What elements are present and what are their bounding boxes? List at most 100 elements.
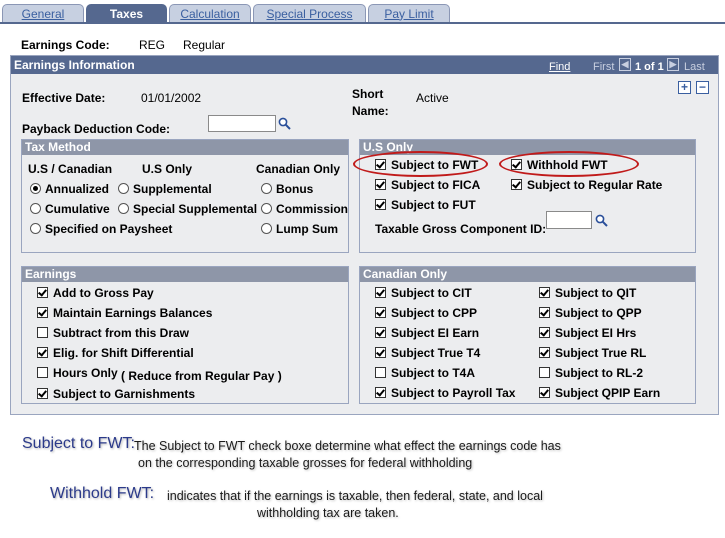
- canadian-only-title: Canadian Only: [360, 267, 695, 282]
- specified-on-paysheet-radio[interactable]: [30, 223, 41, 234]
- previous-icon[interactable]: ◀: [619, 58, 631, 71]
- tax-method-col-canadian-only: Canadian Only: [256, 162, 341, 176]
- subject-to-cit-label: Subject to CIT: [391, 286, 472, 300]
- taxable-gross-label: Taxable Gross Component ID:: [375, 222, 547, 236]
- commission-radio[interactable]: [261, 203, 272, 214]
- add-to-gross-pay-label: Add to Gross Pay: [53, 286, 154, 300]
- tab-taxes[interactable]: Taxes: [86, 4, 167, 22]
- subject-to-cpp-label: Subject to CPP: [391, 306, 478, 320]
- subject-to-t4a-checkbox[interactable]: [375, 367, 386, 378]
- group-title: Earnings Information: [14, 58, 135, 72]
- bonus-radio[interactable]: [261, 183, 272, 194]
- payback-deduction-label: Payback Deduction Code:: [22, 122, 171, 136]
- lump-sum-radio[interactable]: [261, 223, 272, 234]
- subject-true-rl-checkbox[interactable]: [539, 347, 550, 358]
- note-withhold-fwt-line1: indicates that if the earnings is taxabl…: [167, 489, 543, 503]
- special-supplemental-label: Special Supplemental: [133, 202, 258, 216]
- tax-method-col-us-canadian: U.S / Canadian: [28, 162, 113, 176]
- subject-true-rl-label: Subject True RL: [555, 346, 647, 360]
- maintain-earnings-balances-label: Maintain Earnings Balances: [53, 306, 213, 320]
- payback-deduction-input[interactable]: [208, 115, 276, 132]
- cumulative-radio[interactable]: [30, 203, 41, 214]
- cumulative-label: Cumulative: [45, 202, 110, 216]
- search-icon[interactable]: [278, 117, 291, 130]
- subject-to-fut-label: Subject to FUT: [391, 198, 476, 212]
- subject-true-t4-label: Subject True T4: [391, 346, 481, 360]
- tax-method-title: Tax Method: [22, 140, 348, 155]
- hours-only-label: Hours Only: [53, 366, 118, 380]
- subject-to-regular-rate-checkbox[interactable]: [511, 179, 522, 190]
- specified-on-paysheet-label: Specified on Paysheet: [45, 222, 173, 236]
- tab-bar: General Taxes Calculation Special Proces…: [0, 0, 725, 24]
- earnings-code-label: Earnings Code:: [21, 38, 110, 52]
- delete-row-icon[interactable]: −: [696, 81, 709, 94]
- earnings-information-group: Earnings Information Find First ◀ 1 of 1…: [10, 55, 719, 415]
- subject-ei-earn-label: Subject EI Earn: [391, 326, 480, 340]
- maintain-earnings-balances-checkbox[interactable]: [37, 307, 48, 318]
- next-icon[interactable]: ▶: [667, 58, 679, 71]
- note-subject-fwt-line1: The Subject to FWT check boxe determine …: [134, 439, 561, 453]
- subject-to-fwt-highlight: [353, 151, 488, 177]
- elig-shift-differential-checkbox[interactable]: [37, 347, 48, 358]
- hours-only-checkbox[interactable]: [37, 367, 48, 378]
- subject-to-regular-rate-label: Subject to Regular Rate: [527, 178, 663, 192]
- subject-to-rl2-checkbox[interactable]: [539, 367, 550, 378]
- subject-ei-earn-checkbox[interactable]: [375, 327, 386, 338]
- tab-special-process[interactable]: Special Process: [253, 4, 366, 22]
- subject-qpip-earn-checkbox[interactable]: [539, 387, 550, 398]
- subject-to-payroll-tax-label: Subject to Payroll Tax: [391, 386, 516, 400]
- subject-to-fica-checkbox[interactable]: [375, 179, 386, 190]
- subject-to-qit-checkbox[interactable]: [539, 287, 550, 298]
- tab-pay-limit[interactable]: Pay Limit: [368, 4, 450, 22]
- note-subject-fwt-heading: Subject to FWT:: [22, 435, 135, 452]
- subject-to-garnishments-checkbox[interactable]: [37, 388, 48, 399]
- tax-method-col-us-only: U.S Only: [142, 162, 193, 176]
- supplemental-label: Supplemental: [133, 182, 212, 196]
- annualized-label: Annualized: [45, 182, 110, 196]
- subject-to-cit-checkbox[interactable]: [375, 287, 386, 298]
- subtract-from-draw-label: Subtract from this Draw: [53, 326, 190, 340]
- short-name-value: Active: [416, 91, 449, 105]
- reduce-from-regular-pay-note: ( Reduce from Regular Pay ): [121, 369, 282, 383]
- effective-date-label: Effective Date:: [22, 91, 106, 105]
- subject-qpip-earn-label: Subject QPIP Earn: [555, 386, 661, 400]
- earnings-code-value: REG: [139, 38, 166, 52]
- commission-label: Commission: [276, 202, 349, 216]
- lump-sum-label: Lump Sum: [276, 222, 338, 236]
- subject-true-t4-checkbox[interactable]: [375, 347, 386, 358]
- supplemental-radio[interactable]: [118, 183, 129, 194]
- short-name-label-line1: Short: [352, 87, 384, 101]
- first-label[interactable]: First: [593, 61, 614, 73]
- note-withhold-fwt-line2: withholding tax are taken.: [257, 506, 399, 520]
- taxable-gross-input[interactable]: [546, 211, 592, 229]
- tab-general[interactable]: General: [2, 4, 84, 22]
- earnings-code-description: Regular: [183, 38, 226, 52]
- subject-to-fica-label: Subject to FICA: [391, 178, 481, 192]
- annualized-radio[interactable]: [30, 183, 41, 194]
- subject-to-rl2-label: Subject to RL-2: [555, 366, 644, 380]
- bonus-label: Bonus: [276, 182, 314, 196]
- add-to-gross-pay-checkbox[interactable]: [37, 287, 48, 298]
- add-row-icon[interactable]: +: [678, 81, 691, 94]
- subject-to-qpp-label: Subject to QPP: [555, 306, 642, 320]
- subject-to-t4a-label: Subject to T4A: [391, 366, 476, 380]
- search-icon[interactable]: [595, 214, 608, 227]
- subject-to-payroll-tax-checkbox[interactable]: [375, 387, 386, 398]
- subject-to-fut-checkbox[interactable]: [375, 199, 386, 210]
- effective-date-value: 01/01/2002: [141, 91, 202, 105]
- subject-to-garnishments-label: Subject to Garnishments: [53, 387, 196, 401]
- short-name-label-line2: Name:: [352, 104, 389, 118]
- subject-ei-hrs-label: Subject EI Hrs: [555, 326, 637, 340]
- tab-calculation[interactable]: Calculation: [169, 4, 251, 22]
- subject-to-qpp-checkbox[interactable]: [539, 307, 550, 318]
- subject-ei-hrs-checkbox[interactable]: [539, 327, 550, 338]
- page-counter: 1 of 1: [635, 61, 664, 73]
- subject-to-cpp-checkbox[interactable]: [375, 307, 386, 318]
- last-label[interactable]: Last: [684, 61, 705, 73]
- note-withhold-fwt-heading: Withhold FWT:: [50, 485, 155, 502]
- special-supplemental-radio[interactable]: [118, 203, 129, 214]
- withhold-fwt-highlight: [499, 151, 639, 177]
- find-link[interactable]: Find: [549, 61, 570, 73]
- note-subject-fwt-line2: on the corresponding taxable grosses for…: [138, 456, 473, 470]
- subtract-from-draw-checkbox[interactable]: [37, 327, 48, 338]
